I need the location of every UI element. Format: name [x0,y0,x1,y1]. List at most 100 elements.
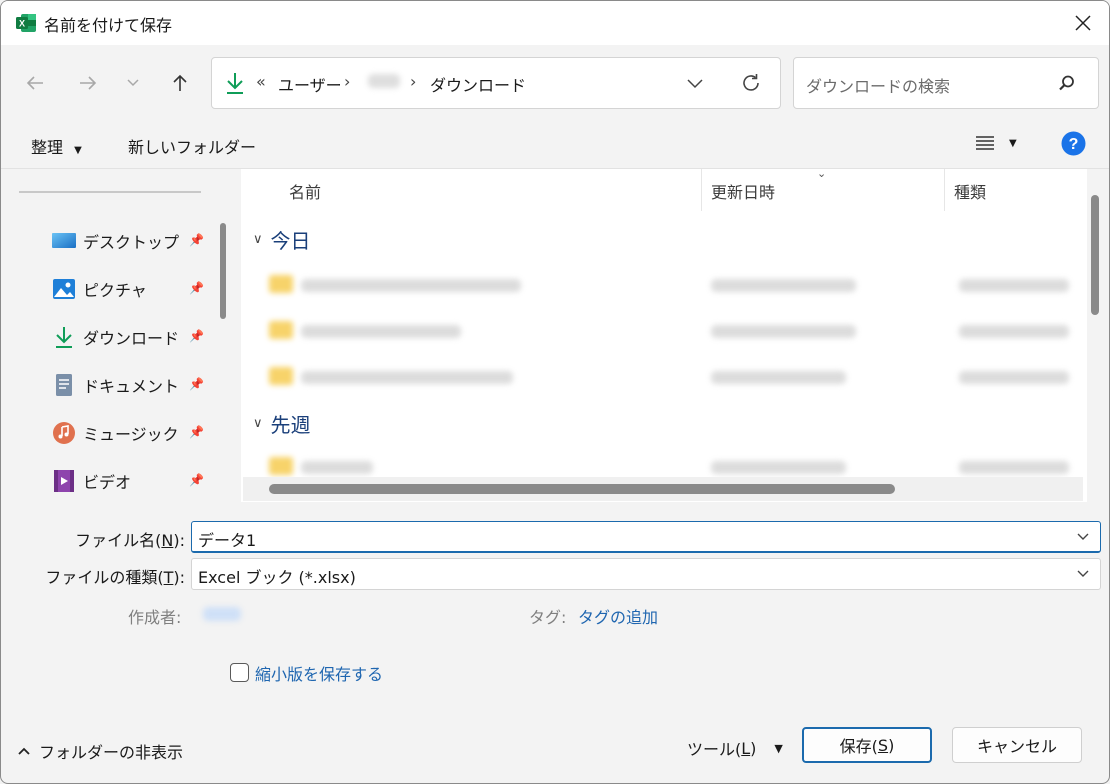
hide-folders-toggle[interactable]: フォルダーの非表示 [17,739,183,763]
close-button[interactable] [1063,7,1103,39]
sidebar-item-desktop[interactable]: デスクトップ [51,225,211,257]
sort-chevron-icon: ⌄ [817,167,827,180]
filename-field[interactable]: データ1 [191,521,1101,553]
save-button[interactable]: 保存(S) [802,727,932,763]
redacted-type [959,325,1069,338]
address-bar[interactable]: « ユーザー › › ダウンロード [211,57,781,109]
breadcrumb-overflow[interactable]: « [256,72,266,91]
up-button[interactable] [162,65,198,101]
sidebar-item-music[interactable]: ミュージック [51,417,211,449]
redacted-type [959,461,1069,474]
arrow-up-icon [173,74,187,91]
pin-icon[interactable]: 📌 [189,329,204,343]
file-row[interactable] [263,313,1083,349]
save-thumbnail-label[interactable]: 縮小版を保存する [255,661,383,685]
chevron-down-icon[interactable] [1076,529,1090,543]
sidebar-item-videos[interactable]: ビデオ [51,465,211,497]
file-row[interactable] [263,359,1083,395]
filename-accesskey: N [161,531,174,550]
view-options-button[interactable]: ▼ [975,135,1017,151]
sidebar-item-label: デスクトップ [83,233,180,252]
column-separator[interactable] [944,169,945,211]
filetype-accesskey: T [163,568,174,587]
save-thumbnail-checkbox[interactable] [230,663,249,682]
breadcrumb-downloads[interactable]: ダウンロード [430,72,526,96]
tools-menu[interactable]: ツール(L) ▼ [687,736,783,760]
refresh-icon [743,74,759,91]
music-icon [51,420,77,446]
save-label: 保存( [839,737,878,756]
filetype-select[interactable]: Excel ブック (*.xlsx) [191,558,1101,590]
redacted-date [711,371,846,384]
pin-icon[interactable]: 📌 [189,425,204,439]
file-list-horizontal-scrollbar[interactable] [269,484,895,494]
folder-icon [269,457,293,475]
recent-locations-button[interactable] [115,65,151,101]
navigation-pane: デスクトップ 📌 ピクチャ 📌 ダウンロード 📌 ドキュメント 📌 ミュージック… [1,169,233,502]
tags-label: タグ: [529,608,567,627]
add-tag-link[interactable]: タグの追加 [578,604,658,628]
chevron-down-icon: ∨ [253,416,263,431]
group-label: 先週 [270,413,311,437]
redacted-author[interactable] [203,607,241,621]
redacted-type [959,371,1069,384]
filename-input[interactable]: データ1 [198,527,256,551]
column-separator[interactable] [701,169,702,211]
forward-button[interactable] [70,65,106,101]
pin-icon[interactable]: 📌 [189,377,204,391]
sidebar-item-documents[interactable]: ドキュメント [51,369,211,401]
pin-icon[interactable]: 📌 [189,281,204,295]
pin-icon[interactable]: 📌 [189,233,204,247]
author-label: 作成者: [128,608,182,627]
sidebar-item-label: ダウンロード [83,329,180,348]
sidebar-item-label: ピクチャ [83,281,147,300]
file-row[interactable] [263,267,1083,303]
download-icon [51,324,77,350]
redacted-type [959,279,1069,292]
back-button[interactable] [17,65,53,101]
group-header-today[interactable]: ∨ 今日 [253,225,311,254]
new-folder-button[interactable]: 新しいフォルダー [128,134,256,158]
chevron-down-icon[interactable] [1076,566,1090,580]
svg-text:?: ? [1069,136,1079,153]
search-box[interactable]: ダウンロードの検索 [793,57,1099,109]
redacted-name [301,279,521,292]
sidebar-item-downloads[interactable]: ダウンロード [51,321,211,353]
tools-accesskey: L [741,738,751,758]
file-list: 名前 ⌄ 更新日時 種類 ∨ 今日 ∨ 先週 [241,167,1087,502]
search-input[interactable]: ダウンロードの検索 [806,73,950,97]
filetype-label: ファイルの種類(T): [21,564,185,588]
folder-icon [269,367,293,385]
tools-label-end: ) [750,738,757,758]
save-label-end: ) [888,735,895,755]
cancel-button[interactable]: キャンセル [952,727,1082,763]
breadcrumb-users[interactable]: ユーザー [278,72,342,96]
group-header-last-week[interactable]: ∨ 先週 [253,409,311,438]
group-label: 今日 [270,229,311,253]
organize-menu[interactable]: 整理 ▼ [31,134,82,158]
caret-down-icon: ▼ [74,145,82,156]
desktop-icon [51,228,77,254]
column-header-modified[interactable]: 更新日時 [711,179,775,203]
filename-label-end: ): [173,531,185,550]
organize-label: 整理 [31,138,64,157]
pin-icon[interactable]: 📌 [189,473,204,487]
chevron-down-icon [687,79,703,89]
address-history-button[interactable] [686,74,704,96]
sidebar-item-pictures[interactable]: ピクチャ [51,273,211,305]
help-button[interactable]: ? [1061,131,1086,160]
column-header-type[interactable]: 種類 [954,179,986,203]
file-list-vertical-scrollbar[interactable] [1091,195,1099,315]
sidebar-item-label: ドキュメント [83,377,180,396]
refresh-button[interactable] [740,72,762,98]
nav-pane-scrollbar[interactable] [220,223,226,319]
caret-down-icon: ▼ [1009,137,1017,149]
column-header-name[interactable]: 名前 [289,179,321,203]
save-as-dialog: X 名前を付けて保存 « ユーザー › › ダウンロード ダウンロードの検索 整… [0,0,1110,784]
folder-icon [269,321,293,339]
save-accesskey: S [877,735,889,755]
folder-icon [269,275,293,293]
chevron-down-icon: ∨ [253,232,263,247]
videos-icon [51,468,77,494]
hide-folders-label: フォルダーの非表示 [39,743,184,762]
